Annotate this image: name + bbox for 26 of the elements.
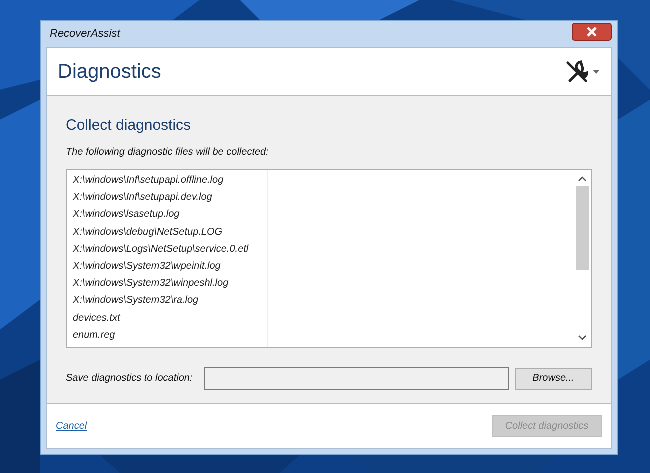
tools-icon <box>565 60 589 84</box>
caret-icon <box>593 70 600 74</box>
file-path: X:\windows\Logs\NetSetup\service.0.etl <box>73 242 250 257</box>
file-path: X:\windows\lsasetup.log <box>73 208 181 222</box>
location-label: Save diagnostics to location: <box>66 372 194 386</box>
section-title: Collect diagnostics <box>66 116 192 136</box>
file-path: X:\windows\Inf\setupapi.dev.log <box>73 191 214 206</box>
location-field[interactable] <box>204 367 510 390</box>
browse-button[interactable]: Browse... <box>515 368 592 390</box>
page-title: Diagnostics <box>58 60 162 84</box>
close-icon <box>587 27 597 37</box>
file-path: X:\windows\Inf\setupapi.offline.log <box>73 174 225 188</box>
file-path: X:\windows\System32\wpeinit.log <box>73 260 222 274</box>
window-title: RecoverAssist <box>49 26 120 42</box>
scroll-down-icon <box>578 335 587 341</box>
file-path: X:\windows\System32\winpeshl.log <box>73 277 230 292</box>
cancel-link[interactable]: Cancel <box>56 418 88 434</box>
description-text: The following diagnostic files will be collected: <box>66 146 270 160</box>
file-path: X:\windows\debug\NetSetup.LOG <box>73 226 224 240</box>
tools-menu-button[interactable] <box>565 60 600 84</box>
file-path: devices.txt <box>73 312 122 326</box>
scroll-up-icon <box>578 176 587 182</box>
close-button[interactable] <box>572 23 612 41</box>
scroll-thumb[interactable] <box>576 186 589 270</box>
file-path: enum.reg <box>73 328 116 343</box>
file-path: X:\windows\System32\ra.log <box>73 294 200 308</box>
